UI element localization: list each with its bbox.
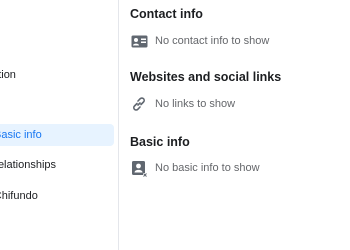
about-sidebar: Education Basic info Relationships About… bbox=[0, 0, 118, 250]
links-empty-label: No links to show bbox=[155, 98, 236, 110]
sidebar-item-education[interactable]: Education bbox=[0, 64, 114, 86]
section-title-websites-social-links: Websites and social links bbox=[130, 70, 282, 84]
profile-card-icon bbox=[130, 160, 148, 177]
link-icon bbox=[130, 96, 148, 112]
contact-info-empty-row: No contact info to show bbox=[130, 32, 269, 50]
sidebar-item-basic-info[interactable]: Basic info bbox=[0, 124, 114, 146]
contact-card-icon bbox=[130, 33, 148, 49]
about-content: Contact info No contact info to show Web… bbox=[130, 0, 350, 250]
section-title-basic-info: Basic info bbox=[130, 135, 190, 149]
section-title-contact-info: Contact info bbox=[130, 7, 203, 21]
basic-info-empty-row: No basic info to show bbox=[130, 159, 260, 177]
contact-info-empty-label: No contact info to show bbox=[155, 35, 270, 47]
sidebar-item-about-chifundo[interactable]: About Chifundo bbox=[0, 185, 114, 207]
basic-info-empty-label: No basic info to show bbox=[155, 162, 260, 174]
sidebar-item-relationships[interactable]: Relationships bbox=[0, 154, 114, 176]
sidebar-divider bbox=[118, 0, 119, 250]
links-empty-row: No links to show bbox=[130, 95, 235, 113]
